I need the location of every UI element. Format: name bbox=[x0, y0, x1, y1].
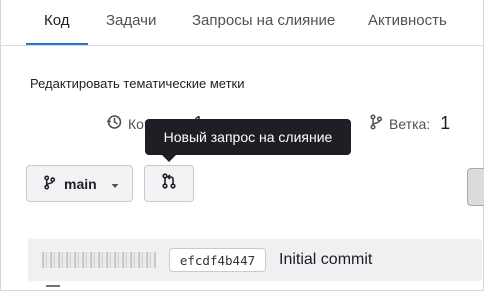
chevron-down-icon bbox=[111, 176, 119, 192]
truncated-line bbox=[46, 285, 60, 287]
clone-button[interactable] bbox=[467, 168, 484, 206]
history-icon bbox=[106, 114, 122, 133]
new-merge-request-button[interactable] bbox=[144, 165, 194, 202]
author-placeholder bbox=[42, 252, 156, 268]
branch-icon bbox=[43, 174, 56, 193]
tooltip-arrow bbox=[161, 154, 177, 162]
active-tab-indicator bbox=[26, 43, 88, 45]
tab-merge-requests[interactable]: Запросы на слияние bbox=[192, 12, 335, 29]
last-commit-row: efcdf4b447 Initial commit bbox=[28, 239, 482, 281]
tooltip: Новый запрос на слияние bbox=[145, 119, 351, 155]
merge-request-icon bbox=[162, 173, 176, 194]
commit-message[interactable]: Initial commit bbox=[279, 251, 372, 269]
branches-count: 1 bbox=[440, 113, 451, 133]
tab-activity[interactable]: Активность bbox=[368, 12, 447, 29]
branch-selector-button[interactable]: main bbox=[26, 165, 133, 202]
tab-code[interactable]: Код bbox=[44, 12, 70, 29]
branches-stat[interactable]: Ветка: 1 bbox=[369, 113, 450, 134]
branch-selector-label: main bbox=[64, 175, 97, 192]
project-tabs: Код Задачи Запросы на слияние Активность bbox=[0, 0, 484, 46]
branch-icon bbox=[369, 114, 383, 133]
commit-sha[interactable]: efcdf4b447 bbox=[169, 248, 266, 272]
tab-issues[interactable]: Задачи bbox=[106, 12, 156, 29]
edit-topics-link[interactable]: Редактировать тематические метки bbox=[30, 76, 244, 91]
branches-label: Ветка: bbox=[389, 115, 431, 132]
